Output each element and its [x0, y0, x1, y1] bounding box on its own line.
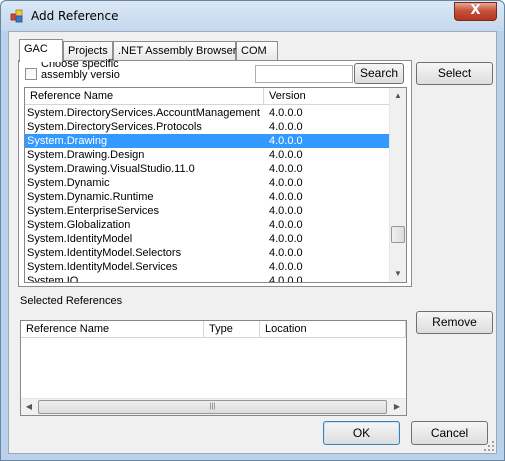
reference-name-cell: System.Drawing.Design: [27, 149, 145, 161]
version-cell: 4.0.0.0: [269, 107, 303, 119]
version-cell: 4.0.0.0: [269, 135, 303, 147]
column-header-location[interactable]: Location: [260, 321, 406, 338]
reference-row[interactable]: System.Drawing 4.0.0.0: [25, 134, 390, 148]
version-cell: 4.0.0.0: [269, 163, 303, 175]
reference-row[interactable]: System.EnterpriseServices 4.0.0.0: [25, 204, 390, 218]
reference-name-cell: System.DirectoryServices.Protocols: [27, 121, 202, 133]
reference-row[interactable]: System.DirectoryServices.Protocols 4.0.0.…: [25, 120, 390, 134]
tab-label: .NET Assembly Browser: [118, 45, 237, 57]
selected-references-list[interactable]: Reference Name Type Location ◀ ||| ▶: [20, 320, 407, 416]
column-header-version[interactable]: Version: [264, 88, 390, 105]
scroll-grip-icon[interactable]: |||: [38, 400, 387, 414]
version-cell: 4.0.0.0: [269, 149, 303, 161]
tab-label: GAC: [24, 43, 48, 55]
reference-name-cell: System.DirectoryServices.AccountManageme…: [27, 107, 260, 119]
add-reference-window: Add Reference X GAC Projects .NET Assemb…: [0, 0, 505, 461]
reference-row[interactable]: System.DirectoryServices.AccountManageme…: [25, 106, 390, 120]
version-cell: 4.0.0.0: [269, 121, 303, 133]
reference-name-cell: System.Dynamic.Runtime: [27, 191, 154, 203]
remove-button[interactable]: Remove: [416, 311, 493, 334]
tab-label: Projects: [68, 45, 108, 57]
column-header-type[interactable]: Type: [204, 321, 260, 338]
tab-gac[interactable]: GAC: [19, 39, 63, 62]
version-cell: 4.0.0.0: [269, 191, 303, 203]
close-icon[interactable]: X: [454, 2, 497, 21]
reference-name-cell: System.IdentityModel.Selectors: [27, 247, 182, 259]
column-header-reference-name[interactable]: Reference Name: [25, 88, 264, 105]
specific-version-label: Choose specific assembly versio: [41, 59, 120, 81]
select-button[interactable]: Select: [416, 62, 493, 85]
gac-tab-panel: Choose specific assembly versio Search R…: [18, 59, 412, 287]
cancel-button[interactable]: Cancel: [411, 421, 488, 445]
reference-name-cell: System.IO: [27, 275, 79, 283]
scroll-left-arrow-icon[interactable]: ◀: [21, 399, 37, 415]
reference-row[interactable]: System.IdentityModel.Selectors 4.0.0.0: [25, 246, 390, 260]
version-cell: 4.0.0.0: [269, 247, 303, 259]
ok-button[interactable]: OK: [323, 421, 400, 445]
reference-row[interactable]: System.IdentityModel 4.0.0.0: [25, 232, 390, 246]
reference-list-header: Reference Name Version: [25, 88, 390, 105]
selected-references-header: Reference Name Type Location: [21, 321, 406, 338]
tab-label: COM: [241, 45, 267, 57]
search-input[interactable]: [255, 65, 353, 83]
reference-row[interactable]: System.Globalization 4.0.0.0: [25, 218, 390, 232]
specific-version-checkbox[interactable]: [25, 68, 37, 80]
app-icon: [10, 9, 23, 23]
reference-row[interactable]: System.Drawing.VisualStudio.11.0 4.0.0.0: [25, 162, 390, 176]
reference-row[interactable]: System.IdentityModel.Services 4.0.0.0: [25, 260, 390, 274]
reference-name-cell: System.IdentityModel: [27, 233, 133, 245]
scroll-up-arrow-icon[interactable]: ▲: [390, 88, 406, 104]
size-grip-icon[interactable]: [483, 440, 495, 452]
reference-row[interactable]: System.Dynamic 4.0.0.0: [25, 176, 390, 190]
version-cell: 4.0.0.0: [269, 261, 303, 273]
horizontal-scrollbar[interactable]: ◀ ||| ▶: [21, 398, 406, 415]
tab-com[interactable]: COM: [236, 41, 278, 61]
reference-row[interactable]: System.Dynamic.Runtime 4.0.0.0: [25, 190, 390, 204]
window-title: Add Reference: [31, 9, 119, 23]
scroll-right-arrow-icon[interactable]: ▶: [389, 399, 405, 415]
tab-net-assembly-browser[interactable]: .NET Assembly Browser: [113, 41, 236, 61]
dialog-client-area: GAC Projects .NET Assembly Browser COM C…: [8, 31, 497, 454]
tab-projects[interactable]: Projects: [63, 41, 113, 61]
version-cell: 4.0.0.0: [269, 205, 303, 217]
version-cell: 4.0.0.0: [269, 233, 303, 245]
title-bar[interactable]: Add Reference X: [1, 1, 504, 31]
reference-name-cell: System.EnterpriseServices: [27, 205, 160, 217]
reference-list[interactable]: Reference Name Version System.DirectoryS…: [24, 87, 407, 283]
search-button[interactable]: Search: [354, 63, 404, 84]
reference-name-cell: System.Drawing.VisualStudio.11.0: [27, 163, 195, 175]
scroll-grip-icon[interactable]: [391, 226, 405, 243]
reference-name-cell: System.Dynamic: [27, 177, 110, 189]
scroll-down-arrow-icon[interactable]: ▼: [390, 266, 406, 282]
reference-name-cell: System.Globalization: [27, 219, 131, 231]
column-header-reference-name[interactable]: Reference Name: [21, 321, 204, 338]
reference-name-cell: System.IdentityModel.Services: [27, 261, 178, 273]
vertical-scrollbar[interactable]: ▲ ▼: [389, 88, 406, 282]
selected-references-label: Selected References: [20, 295, 123, 307]
reference-row[interactable]: System.Drawing.Design 4.0.0.0: [25, 148, 390, 162]
version-cell: 4.0.0.0: [269, 177, 303, 189]
version-cell: 4.0.0.0: [269, 275, 303, 283]
reference-row[interactable]: System.IO 4.0.0.0: [25, 274, 390, 283]
reference-name-cell: System.Drawing: [27, 135, 108, 147]
version-cell: 4.0.0.0: [269, 219, 303, 231]
